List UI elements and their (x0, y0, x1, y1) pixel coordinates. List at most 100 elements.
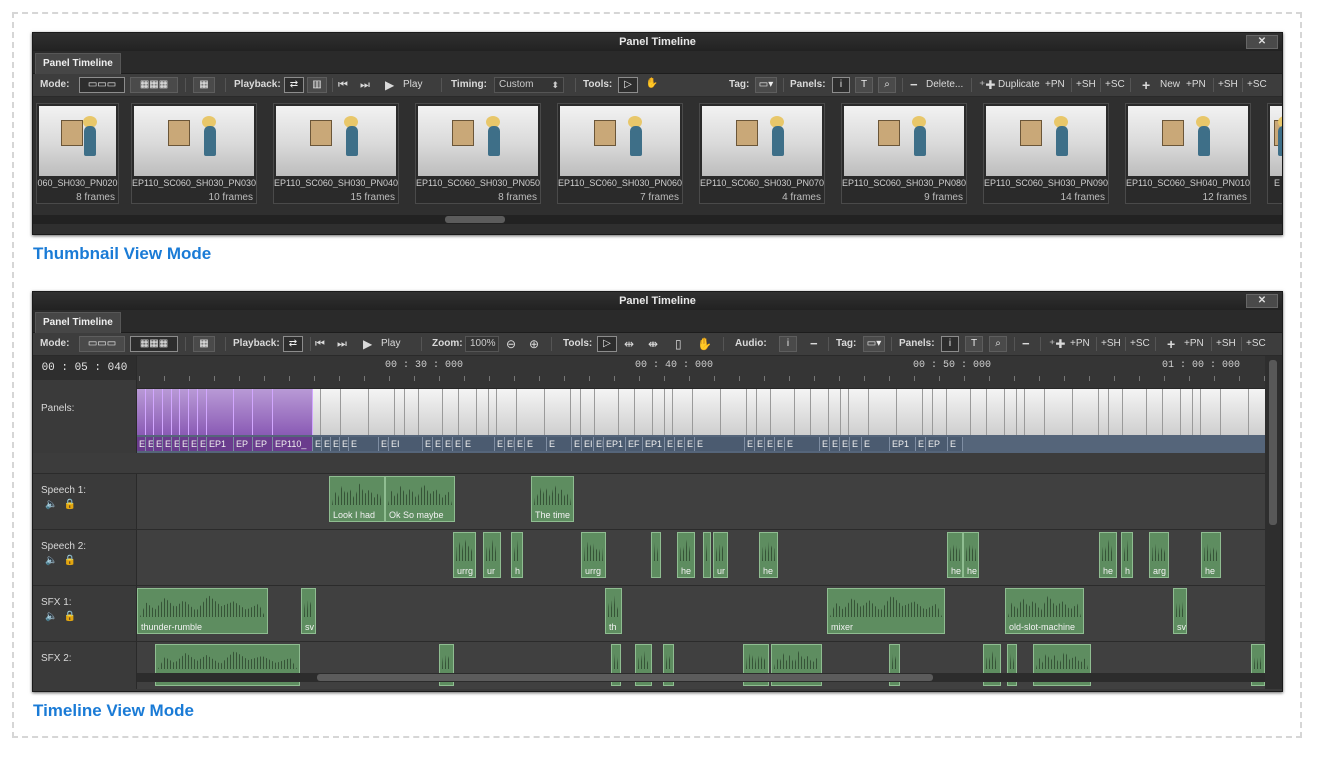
loop-button[interactable]: ⇄ (284, 77, 304, 93)
audio-clip[interactable]: he (1201, 532, 1221, 578)
panel-segment[interactable] (665, 389, 673, 435)
panel-segment[interactable] (849, 389, 869, 435)
panel-label[interactable]: E (180, 437, 189, 451)
panel-segment[interactable] (1147, 389, 1163, 435)
panel-zoom-button[interactable]: ⌕ (989, 336, 1007, 352)
audio-clip[interactable]: Ok So maybe (385, 476, 455, 522)
zoom-field[interactable]: 100% (465, 336, 499, 352)
panel-segment[interactable] (1017, 389, 1025, 435)
zoom-out-button[interactable]: ⊖ (506, 333, 516, 355)
panel-label[interactable]: E (163, 437, 172, 451)
audio-remove-icon[interactable]: − (810, 333, 818, 355)
razor-tool-icon[interactable]: ▯ (675, 333, 682, 355)
panel-segment[interactable] (443, 389, 459, 435)
panel-label[interactable]: E (948, 437, 963, 451)
audio-clip[interactable]: he (947, 532, 963, 578)
panel-segment[interactable] (395, 389, 405, 435)
audio-clip[interactable]: ur (713, 532, 728, 578)
delete-button[interactable]: Delete... (926, 74, 963, 96)
panel-segment[interactable] (154, 389, 163, 435)
panel-segment[interactable] (1073, 389, 1099, 435)
minus-icon[interactable]: − (910, 74, 918, 96)
panel-segment[interactable] (747, 389, 757, 435)
panel-segment[interactable] (771, 389, 795, 435)
speaker-lock-icons[interactable]: 🔈🔒 (45, 611, 82, 622)
panel-label[interactable]: E (916, 437, 926, 451)
panel-segment[interactable] (571, 389, 581, 435)
panel-label[interactable]: EP1 (643, 437, 665, 451)
panel-label[interactable]: E (695, 437, 745, 451)
panel-segment[interactable] (933, 389, 947, 435)
loop-button[interactable]: ⇄ (283, 336, 303, 352)
panel-thumbnail[interactable]: EP110_SC060_SH030_PN040 15 frames (273, 103, 399, 204)
panel-label[interactable]: EF (626, 437, 643, 451)
play-button[interactable]: Play (403, 74, 422, 96)
panel-label[interactable]: EI (582, 437, 594, 451)
panel-label[interactable]: E (349, 437, 379, 451)
panel-label[interactable]: E (765, 437, 775, 451)
speaker-lock-icons[interactable]: 🔈🔒 (45, 555, 82, 566)
panel-segment[interactable] (517, 389, 545, 435)
panel-label[interactable]: E (322, 437, 331, 451)
panel-label[interactable]: EI (840, 437, 850, 451)
panel-label[interactable]: EP (926, 437, 948, 451)
panel-thumbnail[interactable]: EP110_SC060_SH030_PN070 4 frames (699, 103, 825, 204)
audio-clip[interactable]: he (1099, 532, 1117, 578)
play-icon[interactable]: ▶ (363, 333, 372, 355)
close-button[interactable]: ✕ (1246, 35, 1278, 49)
audio-clip[interactable]: he (759, 532, 778, 578)
thumbnail-mode-button[interactable]: ▭▭▭ (79, 77, 125, 93)
panel-thumbnail[interactable]: 060_SH030_PN020 8 frames (36, 103, 119, 204)
time-ruler[interactable]: 00 : 30 : 000 00 : 40 : 000 00 : 50 : 000 0… (137, 356, 1265, 389)
panel-segment[interactable] (811, 389, 829, 435)
panel-segment[interactable] (1109, 389, 1123, 435)
panel-segment[interactable] (198, 389, 207, 435)
panel-segment[interactable] (653, 389, 665, 435)
select-tool-button[interactable]: ▷ (597, 336, 617, 352)
panel-label[interactable]: E (154, 437, 163, 451)
panel-thumbnail[interactable]: EP110_SC060_SH030_PN080 9 frames (841, 103, 967, 204)
panel-label[interactable]: E (862, 437, 890, 451)
panel-segment[interactable] (673, 389, 693, 435)
tag-dropdown[interactable]: ▭▾ (863, 336, 885, 352)
panel-thumbnail[interactable]: EP110_SC060_SH030_PN030 10 frames (131, 103, 257, 204)
tab-panel-timeline[interactable]: Panel Timeline (35, 312, 121, 333)
panel-segment[interactable] (721, 389, 747, 435)
play-icon[interactable]: ▶ (385, 74, 394, 96)
panel-segment[interactable] (1193, 389, 1201, 435)
new-sc-button[interactable]: +SC (1247, 74, 1267, 96)
new-sc-button[interactable]: +SC (1246, 333, 1266, 355)
panel-label[interactable]: EP1 (207, 437, 234, 451)
audio-clip[interactable]: sv (1173, 588, 1187, 634)
panel-segment[interactable] (419, 389, 443, 435)
audio-clip[interactable]: urrg (581, 532, 606, 578)
panel-label[interactable]: E (515, 437, 525, 451)
panel-segment[interactable] (341, 389, 369, 435)
panel-segment[interactable] (545, 389, 571, 435)
panel-label[interactable]: EP1 (890, 437, 916, 451)
horizontal-scrollbar-thumb[interactable] (317, 674, 933, 681)
panel-label[interactable]: EP (234, 437, 253, 451)
thumbnail-mode-button[interactable]: ▭▭▭ (79, 336, 125, 352)
audio-clip[interactable]: urrg (453, 532, 476, 578)
panel-segment[interactable] (405, 389, 419, 435)
panel-segment[interactable] (234, 389, 253, 435)
tag-dropdown[interactable]: ▭▾ (755, 77, 777, 93)
slip-tool-icon[interactable]: ⇼ (648, 333, 658, 355)
panel-segment[interactable] (795, 389, 811, 435)
vertical-scrollbar-thumb[interactable] (1269, 360, 1277, 525)
panel-label[interactable]: E (675, 437, 685, 451)
zoom-in-button[interactable]: ⊕ (529, 333, 539, 355)
panel-segment[interactable] (321, 389, 341, 435)
panel-label[interactable]: EI (505, 437, 515, 451)
panel-segment[interactable] (829, 389, 841, 435)
panel-segment[interactable] (497, 389, 517, 435)
next-frame-button[interactable]: ⏭ (360, 74, 370, 96)
panel-segment[interactable] (459, 389, 477, 435)
select-tool-button[interactable]: ▷ (618, 77, 638, 93)
panel-label[interactable]: E (685, 437, 695, 451)
panel-label[interactable]: EP110_ (273, 437, 313, 451)
panel-label[interactable]: E (775, 437, 785, 451)
panel-segment[interactable] (313, 389, 321, 435)
panel-segment[interactable] (581, 389, 595, 435)
